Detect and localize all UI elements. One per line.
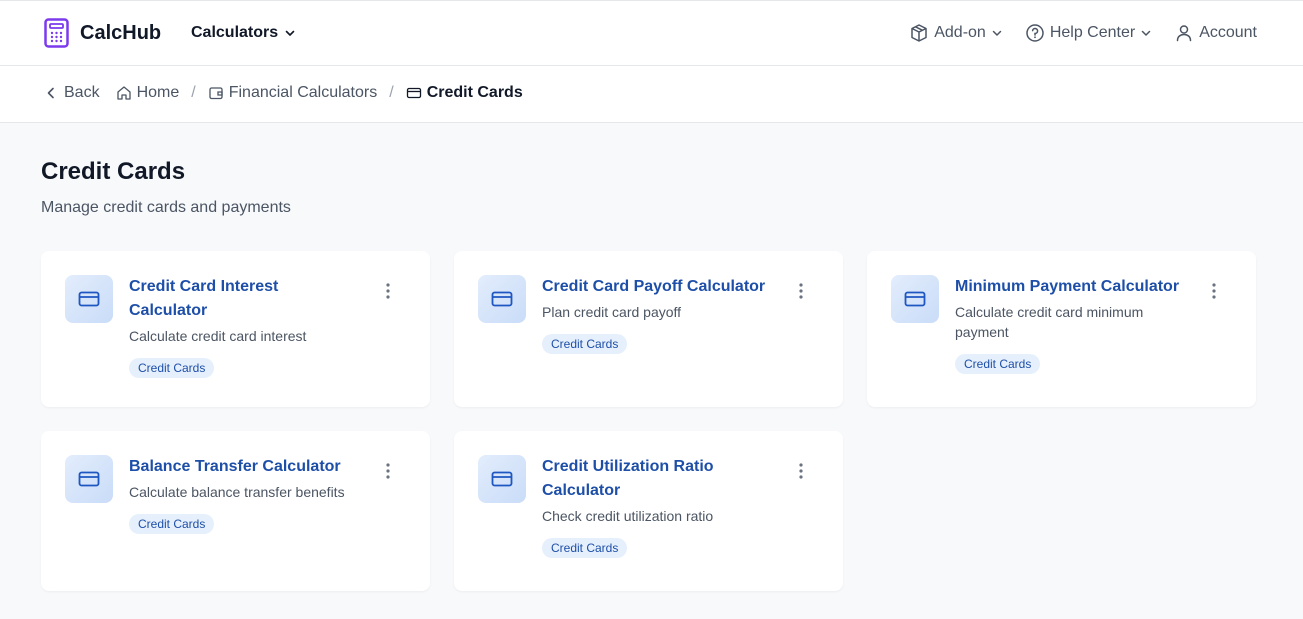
calculator-card[interactable]: Credit Card Payoff Calculator Plan credi…	[454, 251, 843, 407]
chevron-down-icon	[992, 30, 1002, 36]
calculator-card[interactable]: Minimum Payment Calculator Calculate cre…	[867, 251, 1256, 407]
category-tag: Credit Cards	[129, 514, 215, 534]
back-label: Back	[64, 84, 100, 101]
card-icon-tile	[65, 455, 113, 503]
more-options-button[interactable]	[380, 462, 396, 480]
more-vertical-icon	[386, 463, 390, 479]
card-title[interactable]: Credit Utilization Ratio Calculator	[542, 455, 732, 503]
category-tag: Credit Cards	[542, 334, 628, 354]
addon-label: Add-on	[934, 24, 986, 41]
credit-card-icon	[406, 87, 421, 99]
card-icon-tile	[891, 275, 939, 323]
breadcrumb-home[interactable]: Home	[116, 84, 180, 102]
breadcrumb-financial-calculators[interactable]: Financial Calculators	[208, 84, 378, 102]
card-title[interactable]: Balance Transfer Calculator	[129, 455, 357, 479]
card-title[interactable]: Minimum Payment Calculator	[955, 275, 1183, 299]
more-vertical-icon	[799, 463, 803, 479]
account-button[interactable]: Account	[1174, 23, 1257, 43]
chevron-down-icon	[285, 30, 295, 36]
card-icon-tile	[65, 275, 113, 323]
more-vertical-icon	[799, 283, 803, 299]
help-center-label: Help Center	[1049, 24, 1136, 41]
more-vertical-icon	[386, 283, 390, 299]
card-description: Calculate credit card minimum payment	[955, 304, 1144, 340]
breadcrumb-separator: /	[191, 84, 196, 101]
home-icon	[116, 86, 131, 100]
category-tag: Credit Cards	[542, 538, 628, 558]
brand-logo[interactable]: CalcHub	[44, 18, 161, 48]
chevron-down-icon	[1141, 30, 1151, 36]
card-description: Calculate balance transfer benefits	[129, 484, 345, 500]
user-icon	[1176, 25, 1192, 42]
breadcrumb: Back Home / Financial Calculators / Cred…	[44, 84, 523, 102]
package-icon	[911, 24, 927, 42]
credit-card-icon	[78, 291, 100, 307]
addon-menu-button[interactable]: Add-on	[909, 23, 1003, 43]
card-icon-tile	[478, 275, 526, 323]
calculators-menu-label: Calculators	[191, 24, 279, 41]
page-title: Credit Cards	[41, 158, 186, 185]
breadcrumb-financial-label: Financial Calculators	[228, 84, 378, 101]
breadcrumb-current: Credit Cards	[406, 84, 523, 102]
back-button[interactable]: Back	[44, 84, 100, 102]
card-description: Calculate credit card interest	[129, 328, 307, 344]
help-center-menu-button[interactable]: Help Center	[1025, 23, 1152, 43]
breadcrumb-home-label: Home	[136, 84, 180, 101]
more-vertical-icon	[1212, 283, 1216, 299]
card-title[interactable]: Credit Card Interest Calculator	[129, 275, 357, 323]
more-options-button[interactable]	[793, 462, 809, 480]
category-tag: Credit Cards	[129, 358, 215, 378]
card-body: Credit Card Payoff Calculator Plan credi…	[542, 275, 770, 354]
card-body: Credit Utilization Ratio Calculator Chec…	[542, 455, 770, 558]
card-body: Credit Card Interest Calculator Calculat…	[129, 275, 357, 378]
category-tag: Credit Cards	[955, 354, 1041, 374]
card-description: Plan credit card payoff	[542, 304, 682, 320]
account-label: Account	[1199, 24, 1257, 41]
calculator-card[interactable]: Credit Utilization Ratio Calculator Chec…	[454, 431, 843, 591]
card-body: Minimum Payment Calculator Calculate cre…	[955, 275, 1183, 374]
breadcrumb-separator: /	[389, 84, 394, 101]
card-body: Balance Transfer Calculator Calculate ba…	[129, 455, 357, 534]
card-icon-tile	[478, 455, 526, 503]
credit-card-icon	[904, 291, 926, 307]
brand-name: CalcHub	[80, 21, 162, 44]
credit-card-icon	[491, 291, 513, 307]
credit-card-icon	[78, 471, 100, 487]
chevron-left-icon	[47, 87, 54, 99]
card-description: Check credit utilization ratio	[542, 508, 714, 524]
wallet-icon	[209, 87, 223, 100]
credit-card-icon	[491, 471, 513, 487]
calculator-logo-icon	[44, 18, 69, 48]
calculator-card[interactable]: Credit Card Interest Calculator Calculat…	[41, 251, 430, 407]
breadcrumb-bar: Back Home / Financial Calculators / Cred…	[0, 66, 1303, 123]
calculator-card[interactable]: Balance Transfer Calculator Calculate ba…	[41, 431, 430, 591]
more-options-button[interactable]	[793, 282, 809, 300]
help-circle-icon	[1026, 24, 1044, 42]
top-right-menu: Add-on Help Center Account	[909, 23, 1257, 43]
more-options-button[interactable]	[1206, 282, 1222, 300]
calculators-menu-button[interactable]: Calculators	[191, 24, 296, 42]
breadcrumb-current-label: Credit Cards	[426, 84, 523, 101]
more-options-button[interactable]	[380, 282, 396, 300]
top-navbar: CalcHub Calculators Add-on Help Center A…	[0, 0, 1303, 66]
page-subtitle: Manage credit cards and payments	[41, 199, 291, 216]
card-title[interactable]: Credit Card Payoff Calculator	[542, 275, 770, 299]
